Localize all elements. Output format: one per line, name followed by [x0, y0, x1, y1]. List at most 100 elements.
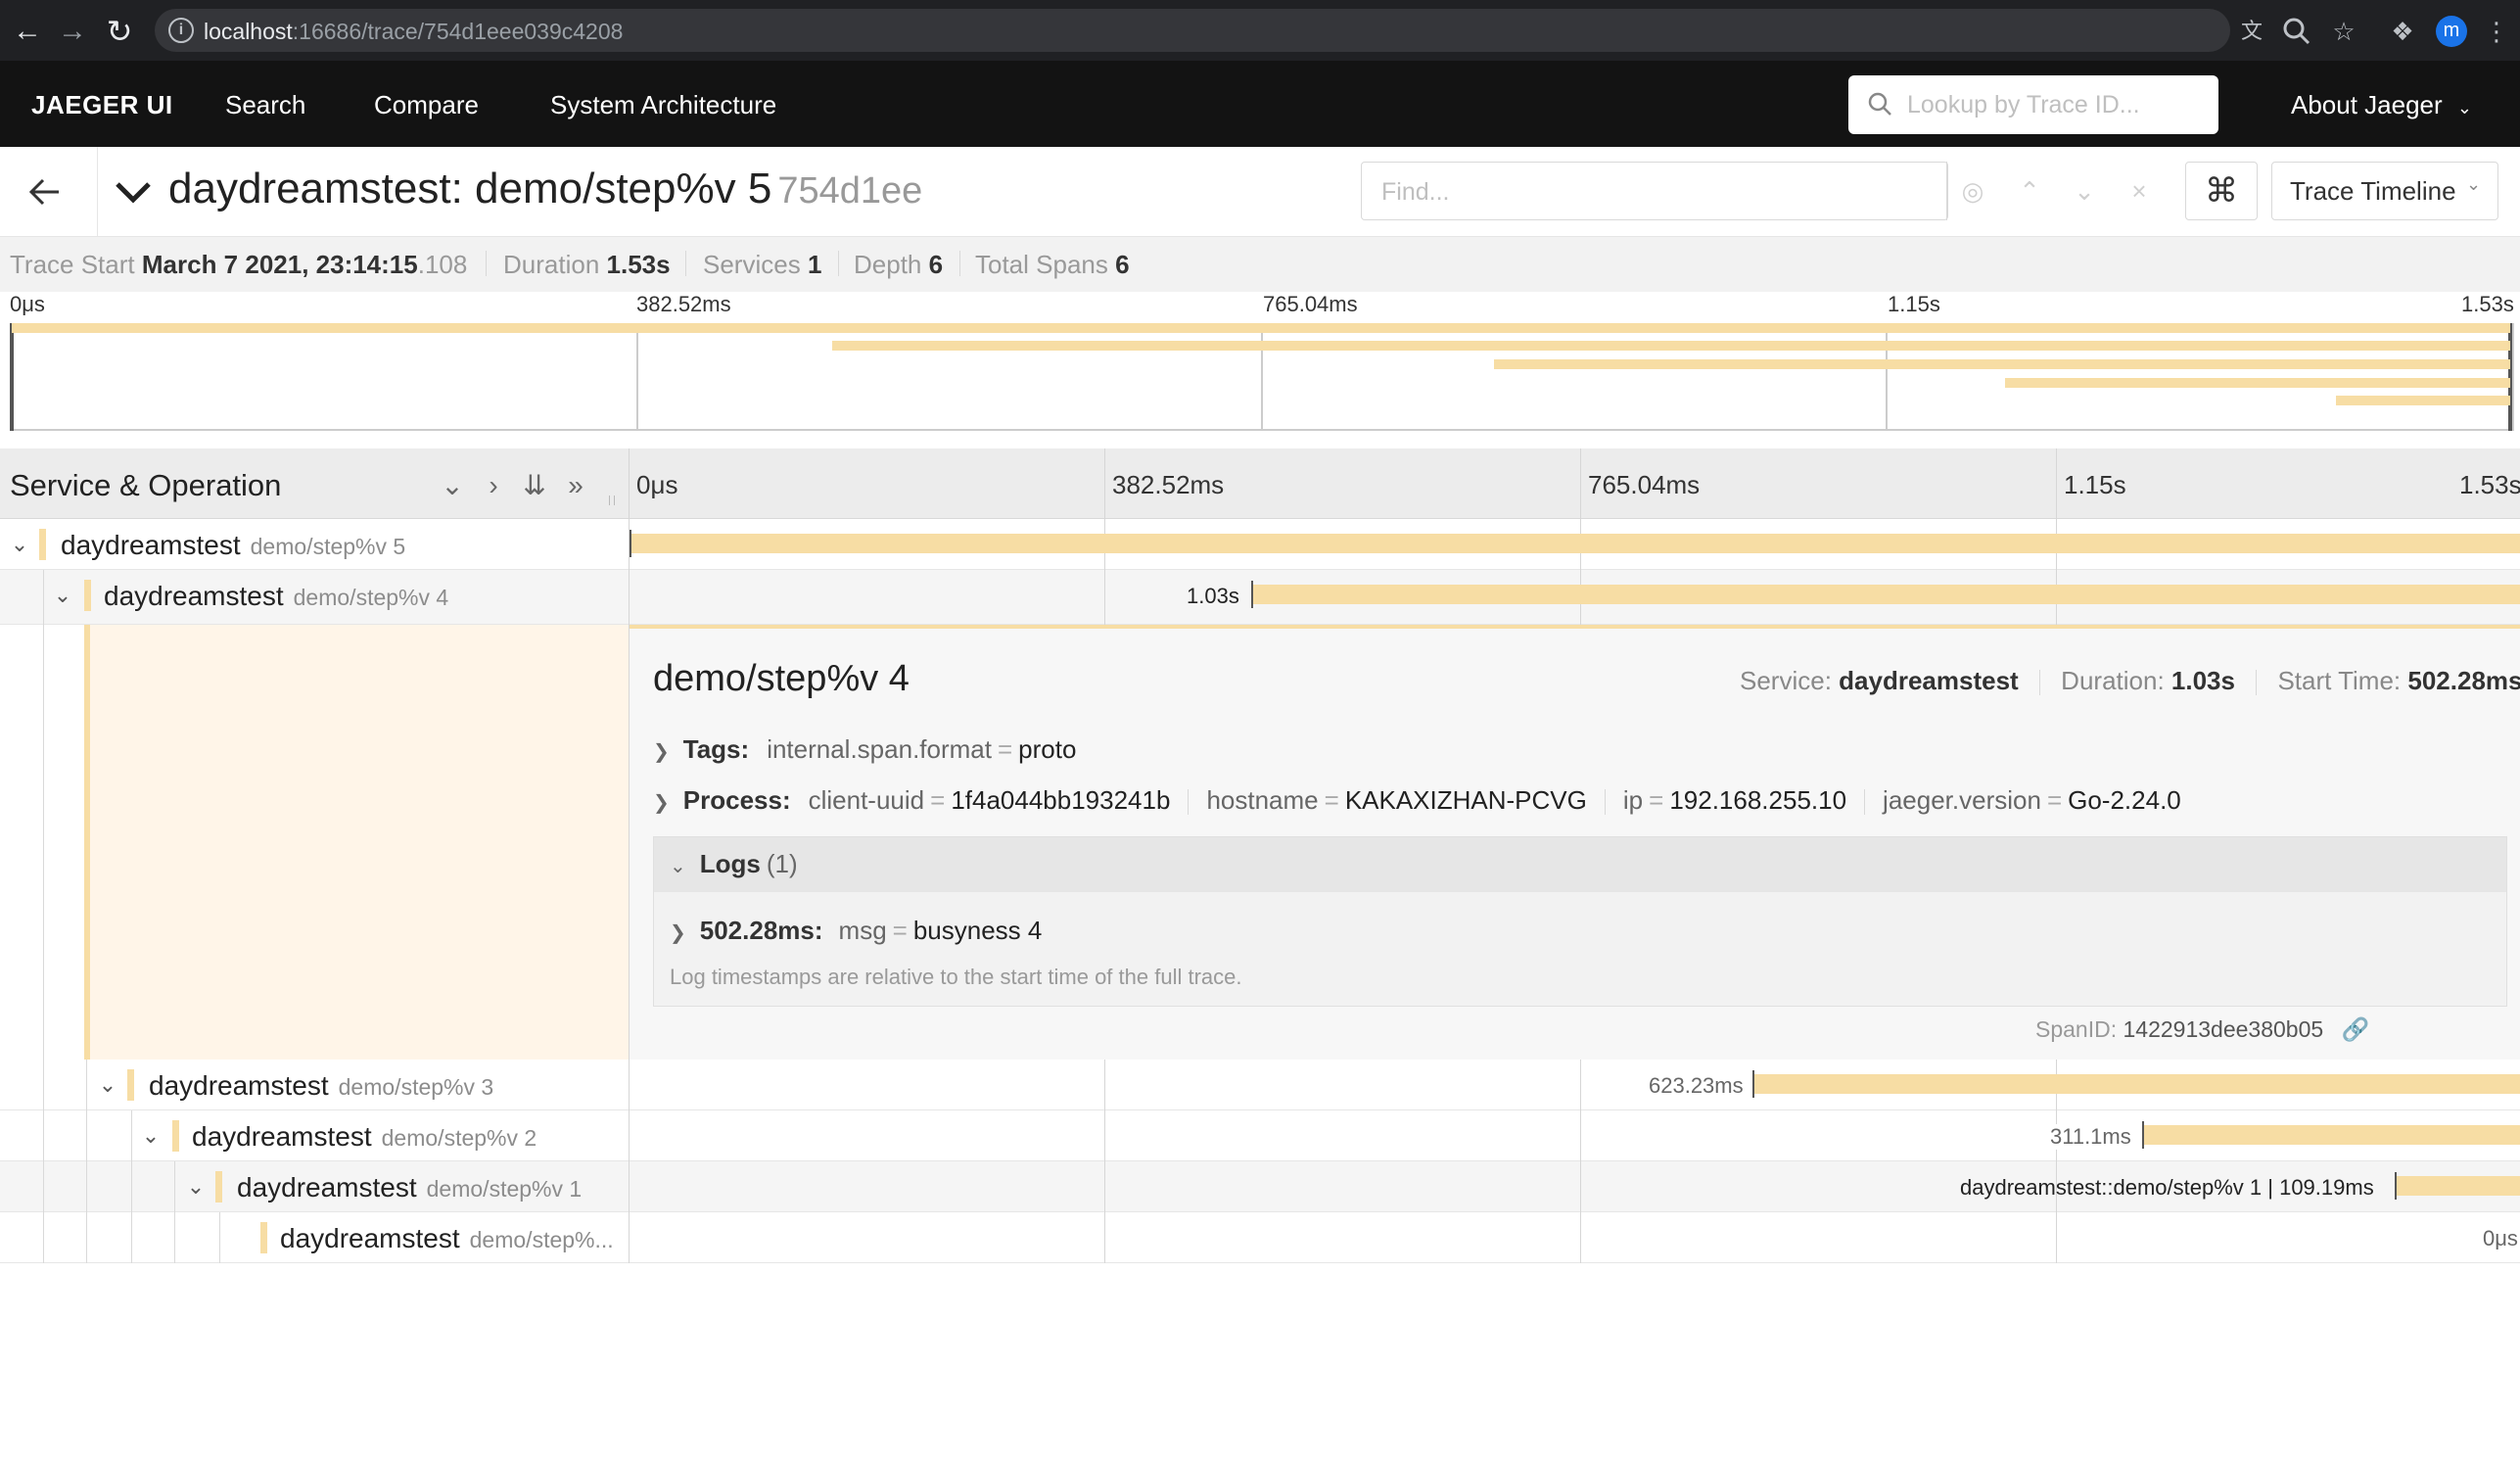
chevron-down-icon[interactable]: ⌄ [137, 1122, 164, 1150]
timeline-tick: 0μs [636, 470, 678, 499]
span-row[interactable]: ⌄ daydreamstest demo/step%v 4 1.03s [0, 570, 2520, 625]
info-icon[interactable]: i [168, 18, 194, 43]
span-bar[interactable] [630, 530, 2520, 557]
back-arrow-icon[interactable]: ← [8, 12, 47, 51]
arrow-left-icon [28, 178, 59, 206]
expand-one-icon[interactable]: › [474, 466, 513, 505]
span-name-cell[interactable]: ⌄ daydreamstest demo/step%v 4 [0, 570, 629, 625]
chevron-down-icon[interactable]: ⌄ [2058, 162, 2111, 220]
nav-compare[interactable]: Compare [374, 90, 479, 120]
find-input[interactable]: Find... [1361, 162, 1948, 220]
chevron-down-icon[interactable]: ⌄ [94, 1071, 121, 1099]
span-bar[interactable] [2395, 1172, 2520, 1200]
brand-logo[interactable]: JAEGER UI [31, 90, 173, 120]
trace-start-ms: .108 [417, 250, 468, 279]
trace-id-lookup-input[interactable]: Lookup by Trace ID... [1848, 75, 2218, 134]
span-name-cell[interactable]: ⌄ daydreamstest demo/step%v 3 [0, 1060, 629, 1110]
forward-arrow-icon[interactable]: → [53, 12, 92, 51]
indent-guide [86, 1060, 87, 1110]
divider [629, 1060, 630, 1110]
duration-value: 1.03s [2170, 666, 2235, 695]
collapse-all-icon[interactable]: ⇊ [515, 466, 554, 505]
indent-guide [219, 1212, 220, 1263]
chevron-down-icon[interactable]: ⌄ [6, 531, 33, 558]
nav-search[interactable]: Search [225, 90, 305, 120]
tags-label: Tags: [682, 734, 750, 764]
back-button[interactable] [0, 147, 98, 237]
chevron-right-icon[interactable]: ❯ [653, 792, 670, 814]
chevron-down-icon[interactable]: ⌄ [49, 582, 76, 609]
menu-icon[interactable]: ⋮ [2479, 14, 2514, 49]
divider [629, 570, 630, 625]
about-jaeger-menu[interactable]: About Jaeger ⌄ [2291, 90, 2472, 120]
logs-title[interactable]: ⌄ Logs (1) [670, 849, 798, 879]
extension-icon[interactable]: ❖ [2385, 14, 2420, 49]
process-label: Process: [682, 785, 791, 815]
indent-guide [86, 1110, 87, 1161]
spanid-value: 1422913dee380b05 [2123, 1016, 2324, 1042]
keyboard-shortcuts-button[interactable]: ⌘ [2185, 162, 2258, 220]
span-name-cell[interactable]: daydreamstest demo/step%... [0, 1212, 629, 1263]
span-name-cell[interactable]: ⌄ daydreamstest demo/step%v 5 [0, 519, 629, 570]
column-resizer[interactable] [609, 495, 615, 505]
process-value: Go-2.24.0 [2068, 785, 2181, 815]
zoom-icon[interactable] [2279, 14, 2314, 49]
process-key: hostname [1206, 785, 1319, 815]
log-entry[interactable]: ❯ 502.28ms: msg = busyness 4 [670, 916, 1042, 946]
span-row[interactable]: ⌄ daydreamstest demo/step%v 3 623.23ms [0, 1060, 2520, 1110]
indent-guide [131, 1161, 132, 1212]
duration-value: 1.53s [606, 250, 671, 279]
chevron-down-icon[interactable]: ⌄ [182, 1173, 210, 1201]
gridline [2056, 448, 2057, 519]
process-value: 1f4a044bb193241b [951, 785, 1171, 815]
gridline [1104, 1110, 1105, 1161]
close-icon[interactable]: × [2113, 162, 2166, 220]
url-text[interactable]: localhost:16686/trace/754d1eee039c4208 [204, 19, 623, 45]
span-bar[interactable] [1752, 1070, 2520, 1098]
link-icon[interactable]: 🔗 [2342, 1016, 2370, 1042]
reload-icon[interactable]: ↻ [100, 12, 139, 51]
minimap-gridline [1886, 323, 1888, 431]
span-bar[interactable] [1251, 581, 2520, 608]
divider [838, 251, 839, 276]
span-row[interactable]: ⌄ daydreamstest demo/step%v 1 daydreamste… [0, 1161, 2520, 1212]
span-row[interactable]: ⌄ daydreamstest demo/step%v 2 311.1ms [0, 1110, 2520, 1161]
service-color-bar [39, 529, 46, 560]
chevron-right-icon[interactable]: ❯ [670, 922, 686, 944]
chevron-down-icon[interactable]: ⌄ [670, 856, 686, 877]
service-color-bar [127, 1069, 134, 1101]
star-icon[interactable]: ☆ [2326, 14, 2361, 49]
span-name-cell[interactable]: ⌄ daydreamstest demo/step%v 1 [0, 1161, 629, 1212]
minimap-handle-right[interactable] [2508, 323, 2512, 431]
nav-system-architecture[interactable]: System Architecture [550, 90, 776, 120]
avatar[interactable]: m [2436, 16, 2467, 47]
collapse-trace-icon[interactable] [114, 178, 153, 206]
span-detail-panel: demo/step%v 4 Service: daydreamstest Dur… [0, 625, 2520, 1060]
chevron-up-icon[interactable]: ⌃ [2003, 162, 2056, 220]
service-color-bar [215, 1171, 222, 1203]
minimap-handle-left[interactable] [10, 323, 14, 431]
address-bar[interactable]: i localhost:16686/trace/754d1eee039c4208 [155, 9, 2230, 52]
span-name-cell[interactable]: ⌄ daydreamstest demo/step%v 2 [0, 1110, 629, 1161]
collapse-one-icon[interactable]: ⌄ [433, 466, 472, 505]
timeline-tick: 1.53s [2459, 470, 2520, 499]
locate-icon[interactable]: ◎ [1946, 162, 1999, 220]
tag-key: internal.span.format [767, 734, 992, 764]
logs-header[interactable]: ⌄ Logs (1) [654, 837, 2506, 892]
tag-value: proto [1018, 734, 1077, 764]
translate-icon[interactable]: 文 [2234, 14, 2269, 49]
view-mode-select[interactable]: Trace Timeline ⌄ [2271, 162, 2498, 220]
minimap-span [1494, 359, 2510, 369]
process-section[interactable]: ❯ Process: client-uuid = 1f4a044bb193241b hos… [653, 785, 2181, 816]
chevron-right-icon[interactable]: ❯ [653, 741, 670, 763]
span-row[interactable]: daydreamstest demo/step%... 0μs [0, 1212, 2520, 1263]
process-value: KAKAXIZHAN-PCVG [1344, 785, 1587, 815]
span-bar[interactable] [2142, 1121, 2520, 1149]
span-row[interactable]: ⌄ daydreamstest demo/step%v 5 [0, 519, 2520, 570]
indent-guide [131, 1110, 132, 1161]
logs-count: (1) [766, 849, 798, 878]
tags-section[interactable]: ❯ Tags: internal.span.format = proto [653, 734, 1076, 765]
gridline [1104, 570, 1105, 625]
expand-all-icon[interactable]: » [556, 466, 595, 505]
gridline [1104, 1161, 1105, 1212]
